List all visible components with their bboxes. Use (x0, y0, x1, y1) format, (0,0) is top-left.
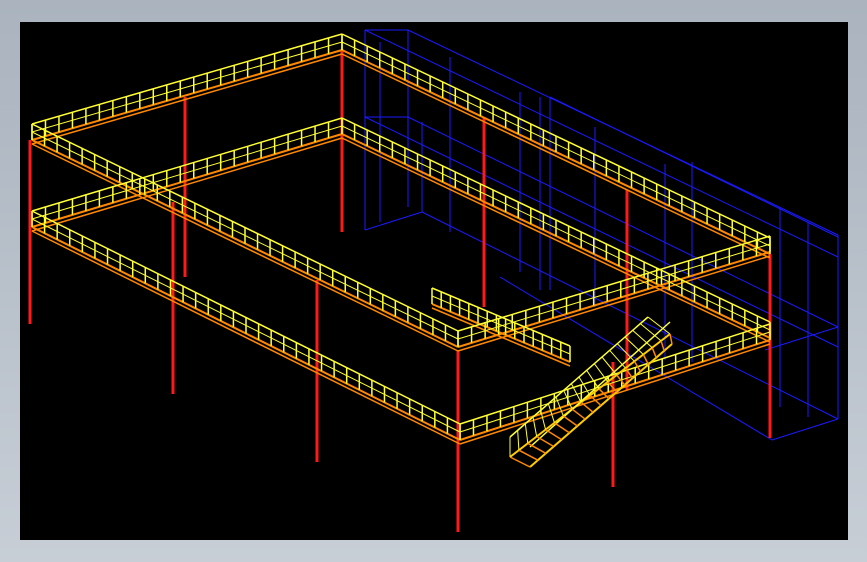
top-rail (31, 117, 343, 212)
stair-tread (518, 449, 539, 461)
envelope-edge (364, 211, 423, 231)
deck-beam (31, 137, 343, 232)
stair-tread (571, 408, 586, 420)
steel-columns (28, 50, 772, 532)
stair-tread (554, 422, 570, 434)
deck-beam (31, 53, 343, 145)
stair-tread (616, 374, 626, 386)
envelope-edge (364, 29, 839, 258)
deck-beam (341, 137, 771, 343)
envelope-edge (407, 116, 839, 328)
deck-beam (31, 49, 343, 141)
deck-beam (31, 133, 343, 228)
platform-drawing (28, 29, 839, 532)
envelope-edge (764, 326, 839, 351)
stair-tread (527, 442, 547, 454)
stair-tread (580, 401, 594, 413)
top-rail (31, 33, 343, 125)
stair-baluster (517, 430, 520, 451)
mid-rail (31, 41, 343, 133)
deck-beam (457, 255, 771, 352)
stair-tread (562, 415, 578, 427)
cad-viewport[interactable] (20, 22, 848, 540)
deck-beam (31, 230, 461, 445)
stair-baluster (524, 423, 529, 444)
envelope-edge (771, 418, 839, 441)
deck-beams (31, 49, 771, 445)
mid-rail (31, 125, 343, 220)
stair-tread (536, 435, 555, 448)
stair-tread (669, 333, 673, 345)
stair-tread (651, 347, 657, 358)
mid-rail (459, 331, 771, 433)
stair-baluster (632, 329, 653, 349)
deck-beam (431, 303, 571, 363)
deck-beam (31, 143, 459, 352)
stair-tread (660, 340, 665, 352)
envelope-edge (499, 276, 773, 441)
envelope-edge (364, 116, 839, 348)
stair-tread (509, 456, 531, 468)
stair-tread (545, 429, 562, 441)
